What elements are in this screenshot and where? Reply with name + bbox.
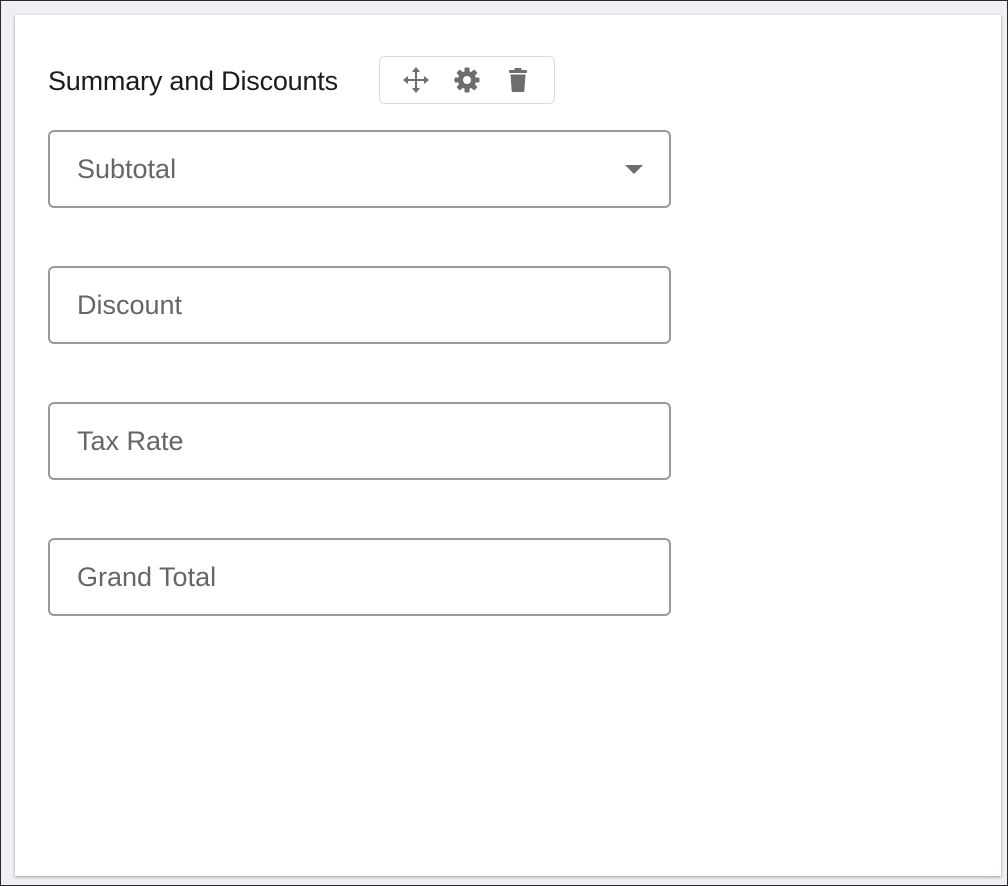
- move-arrows-icon: [402, 66, 430, 94]
- section-header: Summary and Discounts: [48, 56, 338, 106]
- grand-total-label: Grand Total: [77, 561, 217, 592]
- chevron-down-icon: [625, 164, 643, 174]
- discount-input[interactable]: Discount: [48, 266, 671, 344]
- discount-label: Discount: [77, 289, 183, 320]
- subtotal-label: Subtotal: [77, 153, 177, 184]
- tax-rate-input[interactable]: Tax Rate: [48, 402, 671, 480]
- move-button[interactable]: [399, 63, 433, 97]
- section-toolbar: [379, 56, 555, 104]
- subtotal-select[interactable]: Subtotal: [48, 130, 671, 208]
- gear-icon: [453, 66, 481, 94]
- tax-rate-label: Tax Rate: [77, 425, 184, 456]
- section-title: Summary and Discounts: [48, 65, 338, 96]
- trash-icon: [504, 66, 532, 94]
- grand-total-input[interactable]: Grand Total: [48, 538, 671, 616]
- settings-button[interactable]: [450, 63, 484, 97]
- delete-button[interactable]: [501, 63, 535, 97]
- window-frame: Summary and Discounts Subtotal Discount …: [0, 0, 1008, 886]
